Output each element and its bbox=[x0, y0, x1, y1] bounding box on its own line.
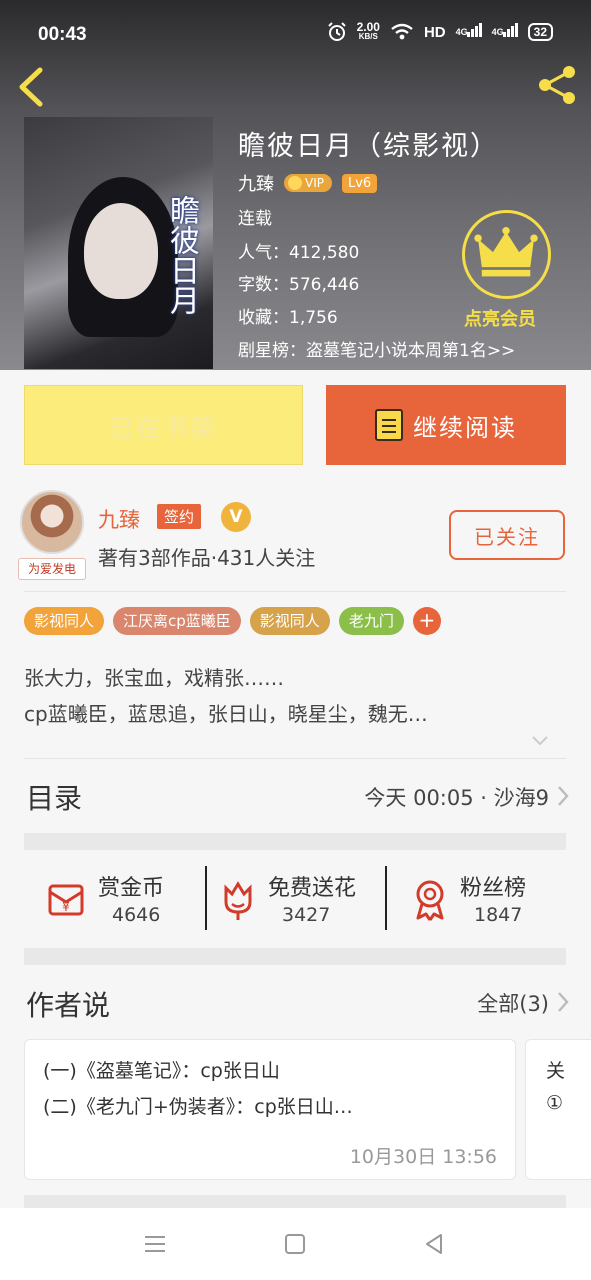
reward-coins-stat[interactable]: ¥ 赏金币 4646 bbox=[46, 866, 196, 930]
divider bbox=[205, 866, 207, 930]
signal-icon-1: 4G bbox=[456, 23, 482, 37]
status-time: 00:43 bbox=[38, 24, 87, 45]
network-speed: 2.00 KB/S bbox=[356, 20, 380, 41]
stat-value: 1847 bbox=[474, 904, 523, 926]
chevron-right-icon[interactable] bbox=[555, 990, 571, 1014]
signed-badge: 签约 bbox=[157, 504, 202, 529]
divider bbox=[385, 866, 387, 930]
note-line: (二)《老九门+伪装者》：cp张日山… bbox=[43, 1096, 353, 1118]
chevron-down-icon[interactable] bbox=[531, 732, 549, 750]
back-arrow-icon[interactable] bbox=[16, 66, 46, 108]
book-icon bbox=[375, 409, 403, 441]
author-note-card[interactable]: (一)《盗墓笔记》：cp张日山 (二)《老九门+伪装者》：cp张日山… 10月3… bbox=[24, 1039, 516, 1180]
system-nav-bar bbox=[0, 1208, 591, 1280]
home-icon[interactable] bbox=[281, 1230, 309, 1258]
book-cover-image[interactable]: 瞻彼日月 bbox=[24, 117, 213, 369]
crown-icon[interactable] bbox=[462, 210, 551, 299]
book-header: 00:43 2.00 KB/S HD 4G 4G 32 瞻彼日月 瞻彼日月（综影… bbox=[0, 0, 591, 370]
note-line: (一)《盗墓笔记》：cp张日山 bbox=[43, 1060, 280, 1082]
continue-reading-button[interactable]: 继续阅读 bbox=[326, 385, 566, 465]
catalog-title[interactable]: 目录 bbox=[26, 777, 82, 817]
tag-item[interactable]: 影视同人 bbox=[249, 607, 330, 635]
status-bar: 00:43 2.00 KB/S HD 4G 4G 32 bbox=[0, 0, 591, 72]
following-button[interactable]: 已关注 bbox=[449, 510, 565, 560]
hd-indicator: HD bbox=[423, 23, 446, 41]
medal-icon bbox=[416, 880, 444, 921]
author-says-title: 作者说 bbox=[26, 989, 111, 1022]
wifi-icon bbox=[391, 23, 413, 40]
verified-icon: V bbox=[221, 502, 251, 532]
tag-item[interactable]: 影视同人 bbox=[24, 607, 105, 635]
flower-icon bbox=[224, 881, 252, 920]
author-says-all[interactable]: 全部(3) bbox=[477, 988, 549, 1018]
description-line: cp蓝曦臣，蓝思追，张日山，晓星尘，魏无… bbox=[24, 702, 428, 726]
add-tag-button[interactable]: + bbox=[412, 607, 441, 635]
note-line: ① bbox=[546, 1092, 564, 1114]
stat-label: 粉丝榜 bbox=[460, 876, 527, 901]
book-author[interactable]: 九臻 bbox=[238, 170, 274, 196]
red-envelope-icon: ¥ bbox=[48, 884, 84, 916]
level-badge: Lv6 bbox=[341, 173, 378, 193]
book-author-line: 九臻 VIP Lv6 bbox=[238, 170, 378, 196]
stat-label: 免费送花 bbox=[268, 876, 357, 901]
stat-value: 3427 bbox=[282, 904, 331, 926]
stat-value: 4646 bbox=[112, 904, 161, 926]
signal-icon-2: 4G bbox=[492, 23, 518, 37]
book-favorites: 收藏：1,756 bbox=[238, 308, 338, 328]
menu-icon[interactable] bbox=[141, 1230, 169, 1258]
divider bbox=[24, 591, 566, 592]
in-shelf-button[interactable]: 已在书架 bbox=[24, 385, 303, 465]
section-separator bbox=[24, 948, 566, 965]
divider bbox=[24, 758, 566, 759]
status-icons: 2.00 KB/S HD 4G 4G 32 bbox=[327, 20, 553, 42]
book-title: 瞻彼日月（综影视） bbox=[238, 131, 499, 162]
author-name[interactable]: 九臻 bbox=[98, 504, 140, 534]
action-row: 已在书架 继续阅读 bbox=[24, 385, 566, 465]
alarm-icon bbox=[327, 22, 346, 41]
fan-rank-stat[interactable]: 粉丝榜 1847 bbox=[408, 866, 558, 930]
vip-badge: VIP bbox=[284, 174, 332, 192]
book-popularity: 人气：412,580 bbox=[238, 243, 360, 263]
description-line: 张大力，张宝血，戏精张…… bbox=[24, 666, 284, 690]
section-separator bbox=[24, 833, 566, 850]
svg-text:¥: ¥ bbox=[62, 900, 70, 914]
book-word-count: 字数：576,446 bbox=[238, 275, 360, 295]
share-icon[interactable] bbox=[537, 64, 579, 106]
chevron-right-icon[interactable] bbox=[555, 784, 571, 808]
author-card[interactable]: 为爱发电 九臻 签约 V 著有3部作品·431人关注 已关注 bbox=[0, 480, 591, 580]
continue-reading-label: 继续阅读 bbox=[413, 413, 517, 442]
avatar-tag: 为爱发电 bbox=[18, 558, 86, 580]
author-stats: 著有3部作品·431人关注 bbox=[98, 546, 316, 570]
tag-item[interactable]: 老九门 bbox=[338, 607, 404, 635]
latest-chapter[interactable]: 今天 00:05 · 沙海9 bbox=[364, 782, 549, 812]
book-status: 连载 bbox=[238, 209, 272, 229]
battery-icon: 32 bbox=[527, 23, 553, 41]
sun-icon bbox=[288, 176, 302, 190]
rank-link[interactable]: 剧星榜：盗墓笔记小说本周第1名>> bbox=[238, 336, 515, 361]
vip-cta-label[interactable]: 点亮会员 bbox=[464, 305, 536, 331]
tag-item[interactable]: 江厌离cp蓝曦臣 bbox=[113, 607, 241, 635]
tag-list: 影视同人 江厌离cp蓝曦臣 影视同人 老九门 + bbox=[24, 607, 441, 635]
avatar[interactable] bbox=[20, 490, 84, 554]
note-time: 10月30日 13:56 bbox=[349, 1146, 497, 1168]
free-flower-stat[interactable]: 免费送花 3427 bbox=[216, 866, 380, 930]
section-separator bbox=[24, 1195, 566, 1208]
author-note-card[interactable]: 关 ① bbox=[525, 1039, 591, 1180]
back-icon[interactable] bbox=[421, 1230, 449, 1258]
cover-title: 瞻彼日月 bbox=[164, 195, 199, 315]
stat-label: 赏金币 bbox=[98, 876, 165, 901]
note-line: 关 bbox=[546, 1060, 566, 1082]
